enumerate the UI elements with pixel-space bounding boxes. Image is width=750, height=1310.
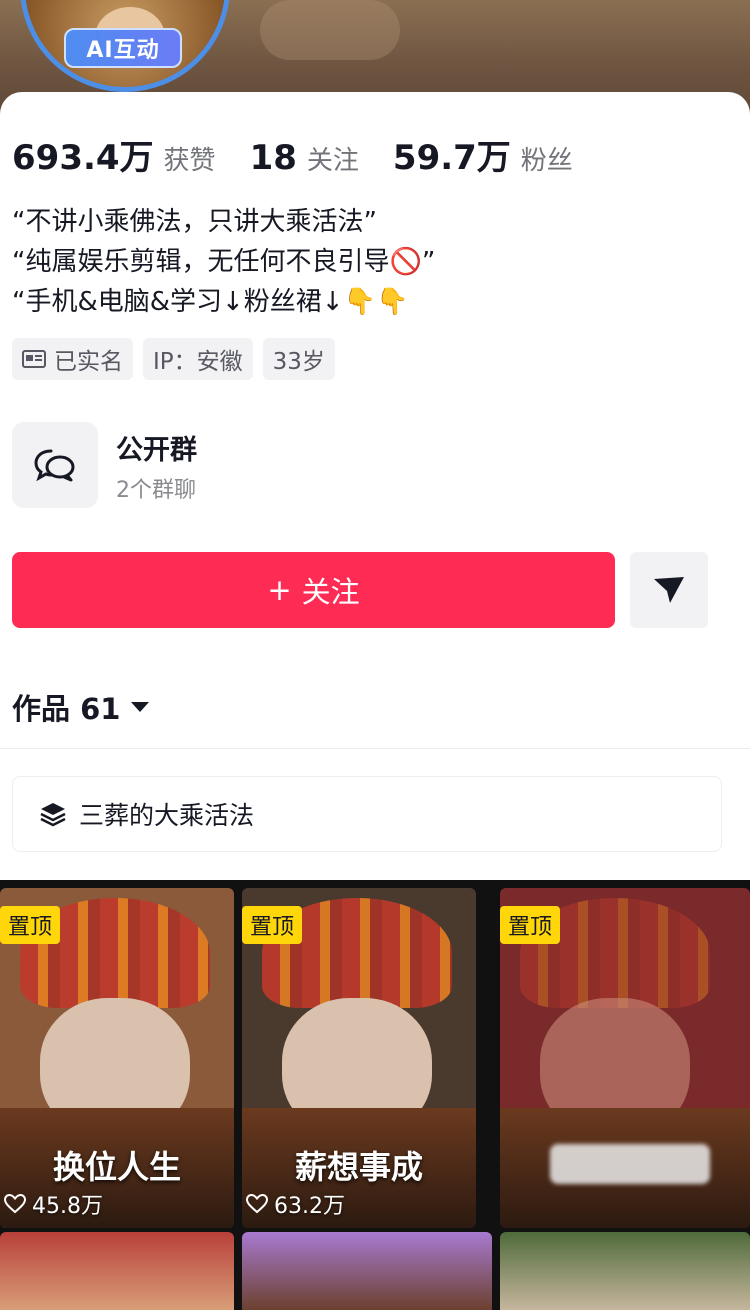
age-tag: 33岁 <box>262 338 335 380</box>
ai-interact-badge[interactable]: AI互动 <box>64 28 182 68</box>
likes-label[interactable]: 获赞 <box>164 140 216 177</box>
bio-line: “手机&电脑&学习↓粉丝裙↓👇👇 <box>12 287 409 317</box>
id-card-icon <box>22 350 46 368</box>
verified-tag[interactable]: 已实名 <box>12 338 133 380</box>
pinned-badge: 置顶 <box>500 906 561 944</box>
banner-decoration <box>260 0 400 60</box>
verified-label: 已实名 <box>54 349 123 375</box>
following-label[interactable]: 关注 <box>307 140 359 177</box>
public-group-entry[interactable]: 公开群 2个群聊 <box>12 422 732 510</box>
pinned-badge: 置顶 <box>0 906 61 944</box>
follow-label: 关注 <box>301 575 360 609</box>
likes-count: 45.8万 <box>32 1194 103 1219</box>
video-grid: 置顶 换位人生 45.8万 置顶 薪想事成 63.2万 置顶 <box>0 880 750 1310</box>
pinned-badge: 置顶 <box>242 906 303 944</box>
video-tile[interactable] <box>500 1232 750 1310</box>
layers-icon <box>40 803 66 827</box>
collection-entry[interactable]: 三葬的大乘活法 <box>12 776 722 852</box>
plus-icon: + <box>267 573 292 607</box>
followers-label[interactable]: 粉丝 <box>521 140 573 177</box>
bio-line: “不讲小乘佛法，只讲大乘活法” <box>12 207 377 237</box>
following-count[interactable]: 18 <box>250 138 297 178</box>
video-likes: 63.2万 <box>246 1188 345 1220</box>
bio-line: “纯属娱乐剪辑，无任何不良引导🚫” <box>12 247 436 277</box>
caret-down-icon <box>131 702 150 712</box>
follow-button[interactable]: + 关注 <box>12 552 615 628</box>
video-caption: 换位人生 <box>52 1148 181 1186</box>
group-title: 公开群 <box>116 435 197 466</box>
video-caption: 薪想事成 <box>294 1148 423 1186</box>
video-tile[interactable] <box>0 1232 234 1310</box>
stats-row: 693.4万 获赞 18 关注 59.7万 粉丝 <box>12 130 607 179</box>
profile-card: 693.4万 获赞 18 关注 59.7万 粉丝 “不讲小乘佛法，只讲大乘活法”… <box>0 92 750 1310</box>
profile-tags: 已实名 IP：安徽 33岁 <box>12 338 335 380</box>
ip-label: IP：安徽 <box>153 349 243 375</box>
ip-tag: IP：安徽 <box>143 338 253 380</box>
share-button[interactable] <box>630 552 708 628</box>
video-likes: 45.8万 <box>4 1188 103 1220</box>
video-tile[interactable]: 置顶 <box>500 888 750 1228</box>
send-arrow-icon <box>654 577 684 603</box>
group-subtitle: 2个群聊 <box>116 478 196 503</box>
video-tile[interactable]: 置顶 换位人生 45.8万 <box>0 888 234 1228</box>
age-label: 33岁 <box>272 349 325 375</box>
followers-count[interactable]: 59.7万 <box>393 130 511 179</box>
bio: “不讲小乘佛法，只讲大乘活法” “纯属娱乐剪辑，无任何不良引导🚫” “手机&电脑… <box>12 202 435 322</box>
heart-icon <box>246 1194 268 1214</box>
heart-icon <box>4 1194 26 1214</box>
blurred-caption <box>550 1144 710 1184</box>
works-label: 作品 61 <box>12 692 121 726</box>
video-tile[interactable] <box>242 1232 492 1310</box>
tab-works[interactable]: 作品 61 <box>12 686 150 728</box>
divider <box>0 748 750 749</box>
collection-label: 三葬的大乘活法 <box>79 801 255 830</box>
likes-count[interactable]: 693.4万 <box>12 130 154 179</box>
video-tile[interactable]: 置顶 薪想事成 63.2万 <box>242 888 476 1228</box>
likes-count: 63.2万 <box>274 1194 345 1219</box>
chat-bubbles-icon <box>12 422 98 508</box>
